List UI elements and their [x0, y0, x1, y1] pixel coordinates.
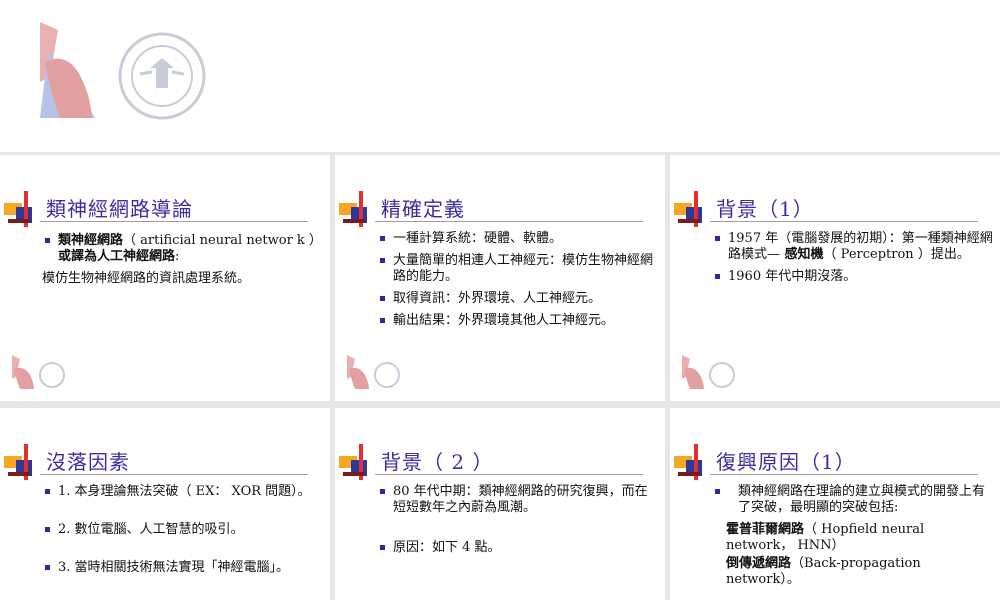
slide-decline-factors[interactable]: 沒落因素 1. 本身理論無法突破（ EX： XOR 問題）。 2. 數位電腦、人…: [0, 408, 330, 600]
list-item: 類神經網路（ artificial neural networ k ）或譯為人工…: [42, 233, 324, 265]
title-underline: [40, 221, 308, 222]
slide-title: 背景（1）: [716, 197, 814, 221]
slide-background-2[interactable]: 背景（ 2 ） 80 年代中期：類神經網路的研究復興，而在短短數年之內蔚為風潮。…: [335, 408, 665, 600]
slide-body: 類神經網路（ artificial neural networ k ）或譯為人工…: [42, 233, 324, 293]
slide-title: 類神經網路導論: [46, 197, 193, 221]
slide-body: 80 年代中期：類神經網路的研究復興，而在短短數年之內蔚為風潮。 原因：如下 4…: [377, 484, 659, 562]
list-item: 原因：如下 4 點。: [377, 540, 659, 556]
slide-title: 沒落因素: [46, 450, 130, 474]
list-item: 取得資訊：外界環境、人工神經元。: [377, 291, 659, 307]
list-item: 大量簡單的相連人工神經元：模仿生物神經網路的能力。: [377, 253, 659, 285]
list-item: 2. 數位電腦、人工智慧的吸引。: [42, 522, 324, 538]
title-underline: [40, 474, 308, 475]
list-item: 類神經網路在理論的建立與模式的開發上有了突破，最明顯的突破包括:: [712, 484, 994, 516]
list-item: 輸出結果：外界環境其他人工神經元。: [377, 313, 659, 329]
slide-background-1[interactable]: 背景（1） 1957 年（電腦發展的初期）：第一種類神經網路模式— 感知機（ P…: [670, 155, 1000, 401]
slide-title: 背景（ 2 ）: [381, 450, 494, 474]
slide-logo: [12, 355, 65, 389]
list-item: 1. 本身理論無法突破（ EX： XOR 問題）。: [42, 484, 324, 500]
cube-icon: [339, 191, 367, 227]
header-area: [0, 0, 1000, 152]
university-logo: [40, 22, 206, 120]
list-item: 3. 當時相關技術無法實現「神經電腦」。: [42, 560, 324, 576]
slide-body: 一種計算系統：硬體、軟體。 大量簡單的相連人工神經元：模仿生物神經網路的能力。 …: [377, 231, 659, 335]
slide-title: 精確定義: [381, 197, 465, 221]
cube-icon: [339, 444, 367, 480]
slide-body: 1957 年（電腦發展的初期）：第一種類神經網路模式— 感知機（ Percept…: [712, 231, 994, 291]
slide-logo: [347, 355, 400, 389]
slide-title: 復興原因（1）: [716, 450, 856, 474]
cube-icon: [674, 444, 702, 480]
list-item: 1960 年代中期沒落。: [712, 269, 994, 285]
list-item: 一種計算系統：硬體、軟體。: [377, 231, 659, 247]
title-underline: [375, 474, 643, 475]
list-subitem: 倒傳遞網路（Back-propagation network）。: [726, 556, 921, 587]
title-underline: [710, 221, 978, 222]
cube-icon: [674, 191, 702, 227]
title-underline: [375, 221, 643, 222]
list-item-continuation: 模仿生物神經網路的資訊處理系統。: [42, 271, 251, 286]
list-item: 1957 年（電腦發展的初期）：第一種類神經網路模式— 感知機（ Percept…: [712, 231, 994, 263]
slide-body: 1. 本身理論無法突破（ EX： XOR 問題）。 2. 數位電腦、人工智慧的吸…: [42, 484, 324, 582]
slide-logo: [682, 355, 735, 389]
list-item: 80 年代中期：類神經網路的研究復興，而在短短數年之內蔚為風潮。: [377, 484, 659, 516]
slide-definition[interactable]: 精確定義 一種計算系統：硬體、軟體。 大量簡單的相連人工神經元：模仿生物神經網路…: [335, 155, 665, 401]
slide-revival-reasons-1[interactable]: 復興原因（1） 類神經網路在理論的建立與模式的開發上有了突破，最明顯的突破包括:…: [670, 408, 1000, 600]
title-underline: [710, 474, 978, 475]
cube-icon: [4, 191, 32, 227]
slide-body: 類神經網路在理論的建立與模式的開發上有了突破，最明顯的突破包括: 霍普菲爾網路（…: [712, 484, 994, 594]
slide-intro[interactable]: 類神經網路導論 類神經網路（ artificial neural networ …: [0, 155, 330, 401]
list-subitem: 霍普菲爾網路（ Hopfield neural network， HNN）: [726, 522, 925, 553]
cube-icon: [4, 444, 32, 480]
